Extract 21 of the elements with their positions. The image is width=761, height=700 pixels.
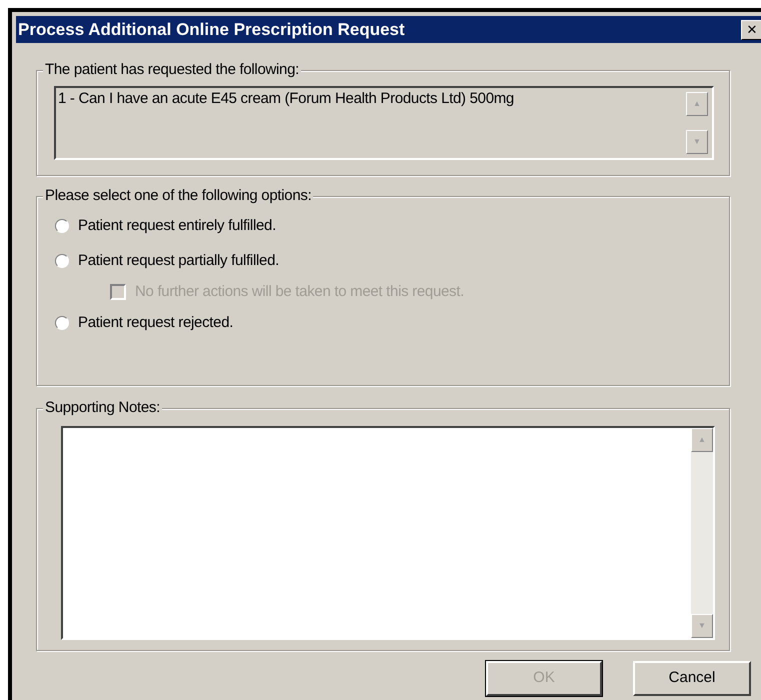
scroll-down-button[interactable]: ▼ (686, 130, 708, 154)
scroll-up-button[interactable]: ▲ (686, 92, 708, 116)
radio-button[interactable] (55, 219, 69, 233)
radio-button[interactable] (55, 316, 69, 330)
radio-button[interactable] (55, 254, 69, 268)
scrollbar[interactable]: ▲ ▼ (691, 428, 713, 638)
radio-label[interactable]: Patient request rejected. (78, 314, 234, 332)
request-text-area[interactable]: 1 - Can I have an acute E45 cream (Forum Health Products Ltd) 500mg ▲ ▼ (54, 86, 714, 160)
group-label: Please select one of the following options: (43, 187, 314, 205)
close-button[interactable]: ✕ (741, 20, 761, 40)
notes-field[interactable]: ▲ ▼ (61, 426, 715, 640)
scrollbar[interactable]: ▲ ▼ (686, 92, 708, 154)
group-label: The patient has requested the following: (43, 61, 302, 79)
request-text: 1 - Can I have an acute E45 cream (Forum Health Products Ltd) 500mg (57, 89, 515, 109)
scroll-up-button[interactable]: ▲ (691, 428, 713, 452)
window-title: Process Additional Online Prescription Request (18, 18, 405, 41)
scroll-down-button[interactable]: ▼ (691, 614, 713, 638)
group-label: Supporting Notes: (43, 399, 162, 417)
radio-label[interactable]: Patient request entirely fulfilled. (78, 217, 276, 235)
cancel-button[interactable]: Cancel (633, 661, 751, 696)
radio-label[interactable]: Patient request partially fulfilled. (78, 252, 279, 270)
